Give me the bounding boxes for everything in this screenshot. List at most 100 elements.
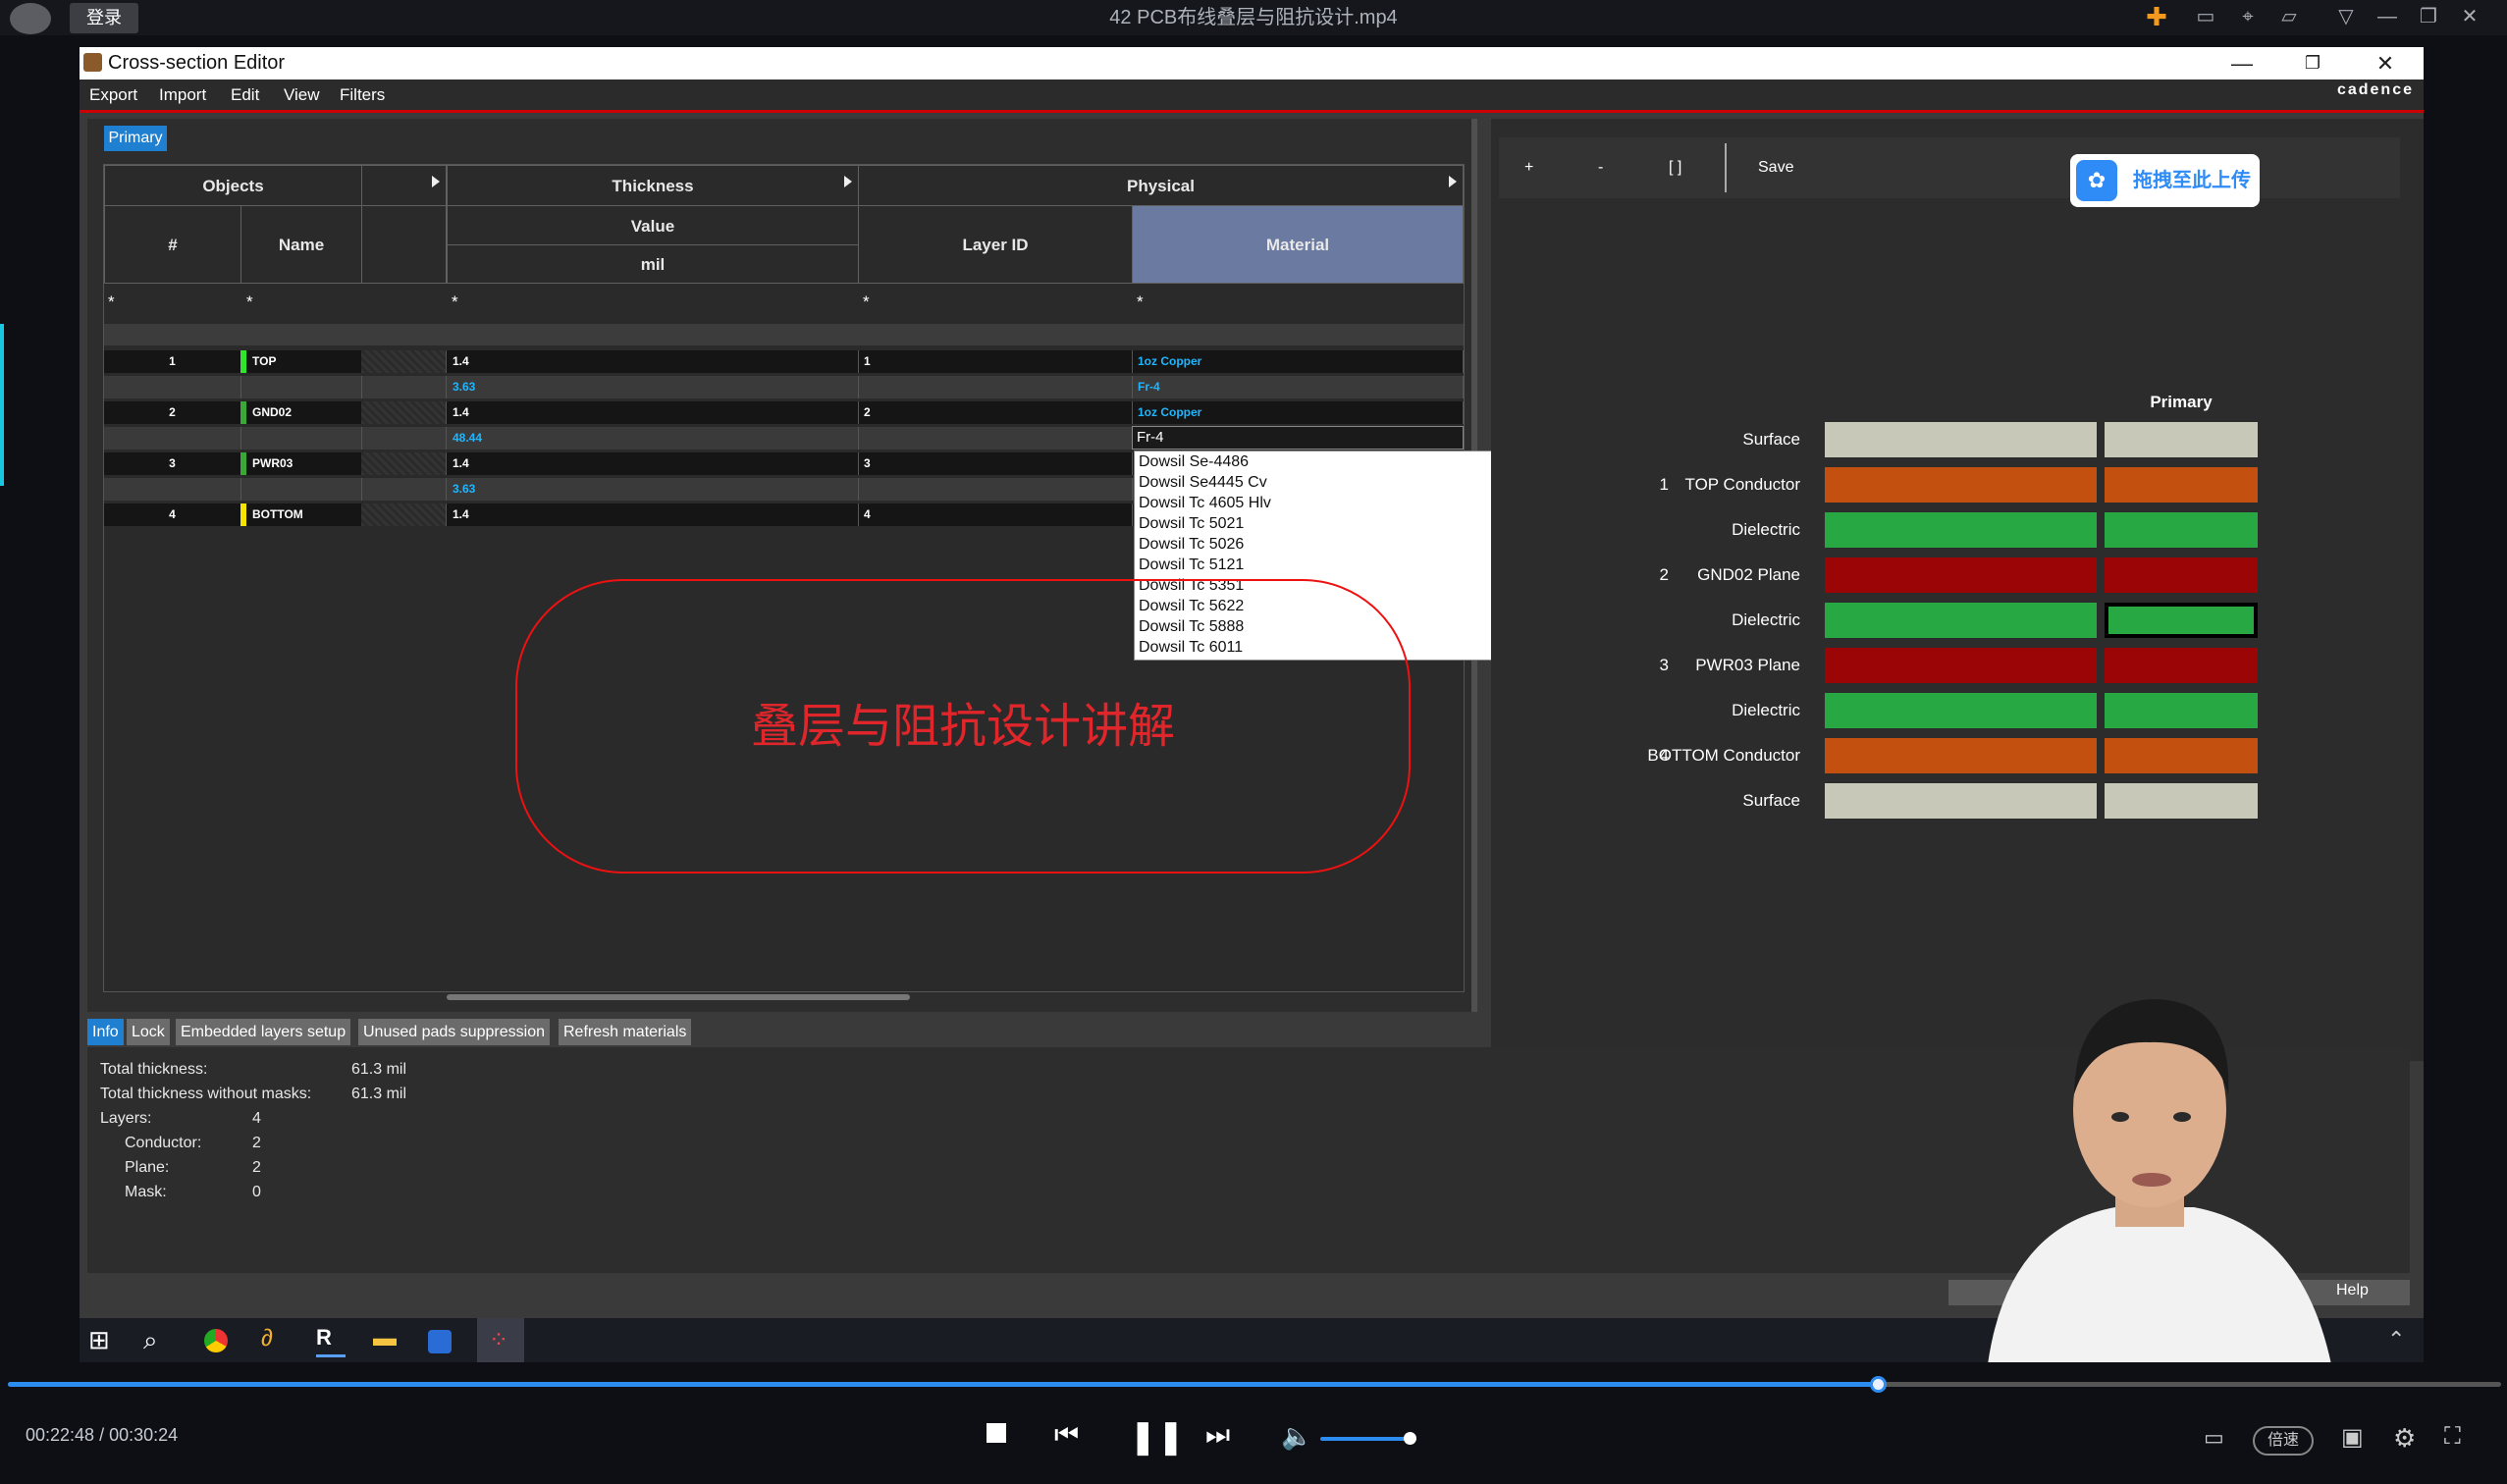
stack-layer-swatch[interactable] <box>1825 422 2097 457</box>
objects-expand[interactable] <box>361 165 447 206</box>
stop-icon[interactable] <box>987 1423 1006 1443</box>
cell-blank[interactable] <box>361 350 447 373</box>
filter-icon[interactable]: ▽ <box>2334 5 2358 28</box>
cell-layer-id[interactable]: 1 <box>858 350 1133 373</box>
filter-number[interactable]: * <box>108 292 115 312</box>
pause-icon[interactable]: ❚❚ <box>1129 1417 1185 1457</box>
dielectric-row[interactable]: 3.63 Fr-4 <box>104 376 1464 398</box>
fullscreen-icon[interactable]: ⛶ <box>2444 1423 2461 1451</box>
cell-layer-id[interactable]: 4 <box>858 504 1133 526</box>
tab-lock[interactable]: Lock <box>127 1019 170 1045</box>
cell-blank[interactable] <box>361 452 447 475</box>
stack-layer-swatch[interactable] <box>1825 693 2097 728</box>
stack-primary-swatch[interactable] <box>2105 648 2258 683</box>
layer-row[interactable]: 1 TOP 1.4 1 1oz Copper <box>104 350 1464 373</box>
stack-layer-swatch[interactable] <box>1825 783 2097 819</box>
volume-handle[interactable] <box>1404 1432 1416 1445</box>
stack-layer-swatch[interactable] <box>1825 557 2097 593</box>
header-thickness[interactable]: Thickness <box>447 165 859 206</box>
speed-button[interactable]: 倍速 <box>2253 1426 2314 1456</box>
cell-number[interactable] <box>104 427 241 450</box>
previous-icon[interactable]: ⏮ <box>1054 1419 1079 1452</box>
material-option[interactable]: Dowsil Se-4486 <box>1135 451 1542 472</box>
cell-thickness[interactable]: 1.4 <box>447 452 859 475</box>
cell-layer-id[interactable] <box>858 427 1133 450</box>
cell-layer-id[interactable]: 2 <box>858 401 1133 424</box>
cell-blank[interactable] <box>361 478 447 501</box>
cell-name[interactable]: PWR03 <box>240 452 362 475</box>
app-icon-ad[interactable]: ∂ <box>261 1325 291 1354</box>
add-layer-button[interactable]: + <box>1524 137 1533 198</box>
search-icon[interactable]: ⌕ <box>143 1325 173 1354</box>
cell-thickness[interactable]: 1.4 <box>447 504 859 526</box>
cell-blank[interactable] <box>361 376 447 398</box>
horizontal-scrollbar[interactable] <box>447 994 910 1000</box>
close-icon[interactable]: ✕ <box>2458 5 2481 28</box>
filter-material[interactable]: * <box>1137 292 1144 312</box>
tab-info[interactable]: Info <box>87 1019 124 1045</box>
stack-primary-swatch[interactable] <box>2105 693 2258 728</box>
cell-material[interactable]: Fr-4 <box>1132 376 1464 398</box>
window-maximize-icon[interactable]: ❐ <box>2293 47 2332 80</box>
cell-number[interactable]: 4 <box>104 504 241 526</box>
tv-icon[interactable]: ▭ <box>2204 1425 2224 1451</box>
stack-primary-swatch[interactable] <box>2105 422 2258 457</box>
stack-layer-swatch[interactable] <box>1825 603 2097 638</box>
gamepad-icon[interactable]: ✚ <box>2145 4 2168 29</box>
cell-thickness[interactable]: 1.4 <box>447 401 859 424</box>
stack-layer-swatch[interactable] <box>1825 648 2097 683</box>
menu-filters[interactable]: Filters <box>340 80 385 110</box>
column-name[interactable]: Name <box>240 205 362 284</box>
chrome-icon[interactable] <box>204 1329 228 1352</box>
stack-primary-swatch[interactable] <box>2105 467 2258 503</box>
material-combo[interactable]: Fr-4 <box>1132 426 1464 450</box>
cell-name[interactable]: BOTTOM <box>240 504 362 526</box>
material-option[interactable]: Dowsil Tc 5026 <box>1135 534 1542 555</box>
next-icon[interactable]: ⏭ <box>1205 1419 1230 1452</box>
restore-icon[interactable]: ❐ <box>2417 5 2440 28</box>
save-button[interactable]: Save <box>1758 137 1793 198</box>
volume-slider[interactable] <box>1320 1437 1414 1441</box>
filter-layer-id[interactable]: * <box>863 292 870 312</box>
cell-name[interactable] <box>240 376 362 398</box>
cell-name[interactable] <box>240 427 362 450</box>
cell-thickness[interactable]: 3.63 <box>447 478 859 501</box>
menu-view[interactable]: View <box>284 80 320 110</box>
volume-icon[interactable]: 🔈 <box>1281 1421 1312 1452</box>
stack-primary-swatch[interactable] <box>2105 557 2258 593</box>
stack-layer-swatch[interactable] <box>1825 467 2097 503</box>
windows-start-icon[interactable]: ⊞ <box>88 1325 118 1354</box>
stack-primary-swatch[interactable] <box>2105 603 2258 638</box>
header-physical[interactable]: Physical <box>858 165 1464 206</box>
remove-layer-button[interactable]: - <box>1598 137 1603 198</box>
cell-number[interactable] <box>104 376 241 398</box>
material-option[interactable]: Dowsil Tc 5121 <box>1135 555 1542 575</box>
material-option[interactable]: Dowsil Tc 4605 Hlv <box>1135 493 1542 513</box>
cell-name[interactable]: GND02 <box>240 401 362 424</box>
window-minimize-icon[interactable]: — <box>2222 47 2262 80</box>
layer-row[interactable]: 2 GND02 1.4 2 1oz Copper <box>104 401 1464 424</box>
column-material[interactable]: Material <box>1132 205 1464 284</box>
active-taskbar-app[interactable]: ⁘ <box>477 1318 524 1362</box>
menu-import[interactable]: Import <box>159 80 206 110</box>
cell-thickness[interactable]: 1.4 <box>447 350 859 373</box>
app-icon-r[interactable]: R <box>316 1325 346 1357</box>
app-icon-blue[interactable] <box>428 1330 452 1353</box>
material-option[interactable]: Dowsil Se4445 Cv <box>1135 472 1542 493</box>
cell-blank[interactable] <box>361 401 447 424</box>
column-layer-id[interactable]: Layer ID <box>858 205 1133 284</box>
cell-layer-id[interactable]: 3 <box>858 452 1133 475</box>
gift-icon[interactable]: ▣ <box>2341 1423 2364 1452</box>
cell-layer-id[interactable] <box>858 376 1133 398</box>
tab-primary[interactable]: Primary <box>104 126 167 151</box>
settings-gear-icon[interactable]: ⚙ <box>2393 1423 2416 1454</box>
material-option[interactable]: Dowsil Tc 5021 <box>1135 513 1542 534</box>
file-explorer-icon[interactable]: ▬ <box>373 1325 402 1354</box>
cell-number[interactable]: 3 <box>104 452 241 475</box>
cell-material[interactable]: 1oz Copper <box>1132 401 1464 424</box>
cell-name[interactable] <box>240 478 362 501</box>
stack-layer-swatch[interactable] <box>1825 738 2097 773</box>
stack-primary-swatch[interactable] <box>2105 512 2258 548</box>
progress-handle[interactable] <box>1870 1376 1887 1393</box>
filter-value[interactable]: * <box>452 292 458 312</box>
